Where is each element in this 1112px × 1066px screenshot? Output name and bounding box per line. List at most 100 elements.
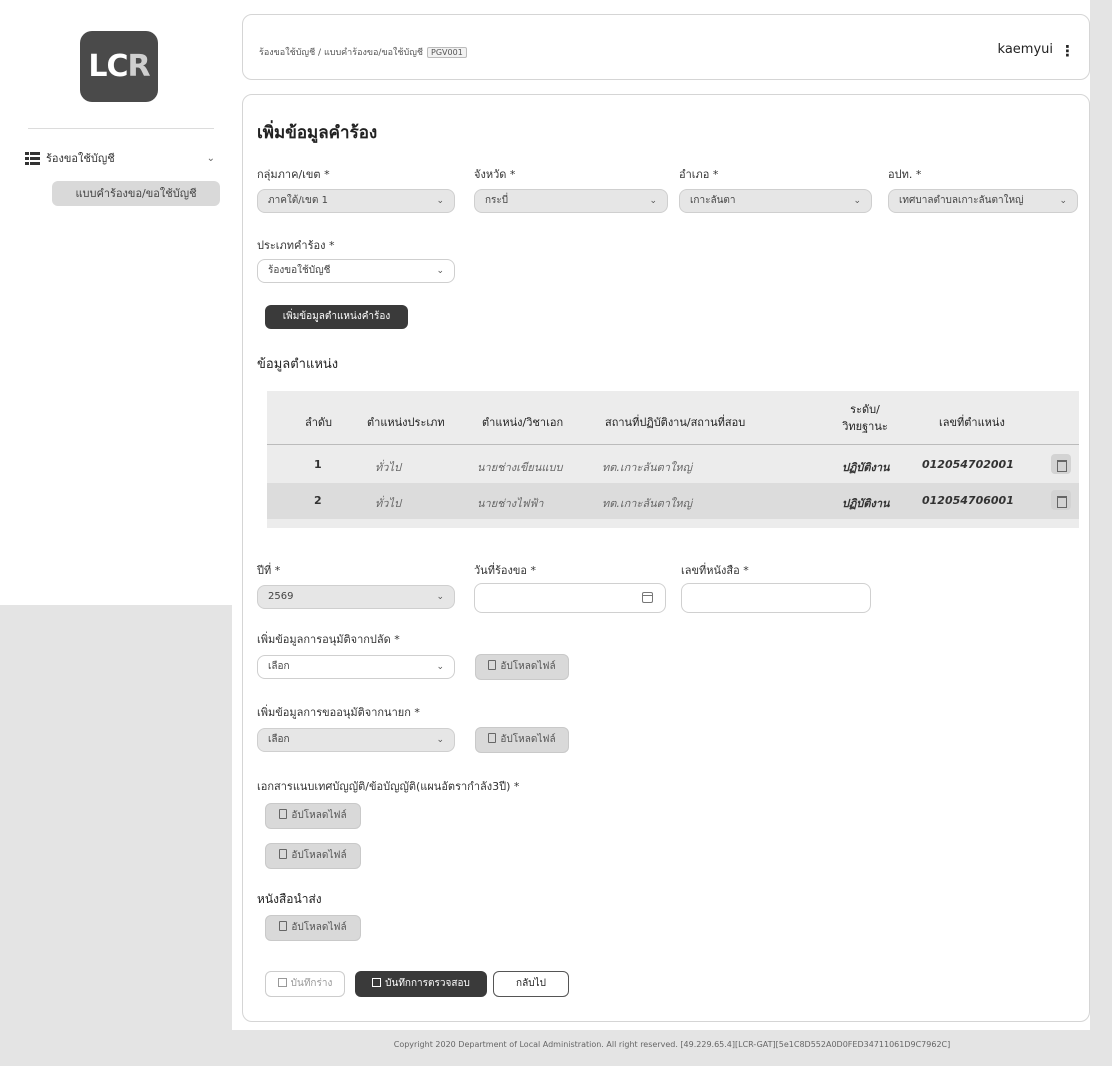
org-select[interactable]: เทศบาลตำบลเกาะลันตาใหญ่ ⌄ xyxy=(888,189,1078,213)
username[interactable]: kaemyui xyxy=(998,42,1053,57)
table-cell: ทต.เกาะลันตาใหญ่ xyxy=(602,497,692,510)
logo-text-a: LC xyxy=(88,49,128,84)
chevron-down-icon: ⌄ xyxy=(206,152,215,164)
attachment-label: เอกสารแนบเทศบัญญัติ/ข้อบัญญัติ(แผนอัตราก… xyxy=(257,780,520,793)
approval-clerk-label: เพิ่มข้อมูลการอนุมัติจากปลัด * xyxy=(257,633,400,646)
table-header-cell: ตำแหน่ง/วิชาเอก xyxy=(482,416,564,429)
app-logo[interactable]: LCR xyxy=(80,31,158,102)
upload-button-label: อัปโหลดไฟล์ xyxy=(291,922,347,933)
letter-label: หนังสือนำส่ง xyxy=(257,892,322,906)
table-header-cell: สถานที่ปฏิบัติงาน/สถานที่สอบ xyxy=(605,416,746,429)
year-value: 2569 xyxy=(268,591,294,602)
upload-button-label: อัปโหลดไฟล์ xyxy=(500,661,556,672)
table-cell: 012054702001 xyxy=(922,458,1014,471)
upload-button-label: อัปโหลดไฟล์ xyxy=(291,850,347,861)
chevron-down-icon: ⌄ xyxy=(1059,196,1067,206)
breadcrumb: ร้องขอใช้บัญชี / แบบคำร้องขอ/ขอใช้บัญชี … xyxy=(259,45,467,59)
file-icon xyxy=(488,660,497,670)
approval-clerk-value: เลือก xyxy=(268,661,290,672)
province-label: จังหวัด * xyxy=(474,168,516,181)
table-header-cell: ระดับ/ วิทยฐานะ xyxy=(842,403,888,433)
year-label: ปีที่ * xyxy=(257,564,281,577)
page-title: เพิ่มข้อมูลคำร้อง xyxy=(257,123,378,143)
breadcrumb-text[interactable]: ร้องขอใช้บัญชี / แบบคำร้องขอ/ขอใช้บัญชี xyxy=(259,45,423,59)
letter-no-input[interactable] xyxy=(681,583,871,613)
back-button[interactable]: กลับไป xyxy=(493,971,569,997)
region-select[interactable]: ภาคใต้/เขต 1 ⌄ xyxy=(257,189,455,213)
request-type-select[interactable]: ร้องขอใช้บัญชี ⌄ xyxy=(257,259,455,283)
list-icon xyxy=(25,151,40,165)
chevron-down-icon: ⌄ xyxy=(436,592,444,602)
chevron-down-icon: ⌄ xyxy=(436,662,444,672)
file-icon xyxy=(488,733,497,743)
table-cell: ทั่วไป xyxy=(375,461,401,474)
sidebar-divider xyxy=(28,128,214,129)
trash-icon[interactable] xyxy=(1051,490,1071,510)
save-review-button[interactable]: บันทึกการตรวจสอบ xyxy=(355,971,487,997)
district-label: อำเภอ * xyxy=(679,168,719,181)
table-cell: 2 xyxy=(314,494,322,507)
approval-clerk-select[interactable]: เลือก ⌄ xyxy=(257,655,455,679)
year-select[interactable]: 2569 ⌄ xyxy=(257,585,455,609)
top-header: ร้องขอใช้บัญชี / แบบคำร้องขอ/ขอใช้บัญชี … xyxy=(242,14,1090,80)
upload-button-label: อัปโหลดไฟล์ xyxy=(291,810,347,821)
save-review-label: บันทึกการตรวจสอบ xyxy=(385,978,470,989)
table-cell: 1 xyxy=(314,458,322,471)
upload-button-label: อัปโหลดไฟล์ xyxy=(500,734,556,745)
footer-copyright: Copyright 2020 Department of Local Admin… xyxy=(393,1040,951,1049)
upload-attachment-button[interactable]: อัปโหลดไฟล์ xyxy=(265,803,361,829)
logo-text-b: R xyxy=(127,49,151,84)
file-icon xyxy=(279,921,288,931)
org-label: อปท. * xyxy=(888,168,922,181)
request-type-label: ประเภทคำร้อง * xyxy=(257,239,335,252)
table-header: ลำดับ ตำแหน่งประเภท ตำแหน่ง/วิชาเอก สถาน… xyxy=(267,391,1079,445)
position-table: ลำดับ ตำแหน่งประเภท ตำแหน่ง/วิชาเอก สถาน… xyxy=(267,391,1079,528)
kebab-menu-icon[interactable]: ⋮ xyxy=(1060,42,1075,60)
district-value: เกาะลันตา xyxy=(690,195,736,206)
table-cell: นายช่างไฟฟ้า xyxy=(477,497,544,510)
add-position-button[interactable]: เพิ่มข้อมูลตำแหน่งคำร้อง xyxy=(265,305,408,329)
region-value: ภาคใต้/เขต 1 xyxy=(268,195,328,206)
upload-clerk-approval-button[interactable]: อัปโหลดไฟล์ xyxy=(475,654,569,680)
province-value: กระบี่ xyxy=(485,195,509,206)
file-icon xyxy=(279,809,288,819)
save-draft-button[interactable]: บันทึกร่าง xyxy=(265,971,345,997)
province-select[interactable]: กระบี่ ⌄ xyxy=(474,189,668,213)
table-row: 2 ทั่วไป นายช่างไฟฟ้า ทต.เกาะลันตาใหญ่ ป… xyxy=(267,483,1079,519)
district-select[interactable]: เกาะลันตา ⌄ xyxy=(679,189,872,213)
table-header-cell: ลำดับ xyxy=(305,416,333,429)
trash-icon[interactable] xyxy=(1051,454,1071,474)
page-background xyxy=(1090,0,1112,1066)
table-header-cell: เลขที่ตำแหน่ง xyxy=(939,416,1005,429)
chevron-down-icon: ⌄ xyxy=(436,196,444,206)
sidebar-group-request[interactable]: ร้องขอใช้บัญชี ⌄ xyxy=(25,148,215,168)
chevron-down-icon: ⌄ xyxy=(436,266,444,276)
sidebar: LCR ร้องขอใช้บัญชี ⌄ แบบคำร้องขอ/ขอใช้บั… xyxy=(0,0,232,605)
sidebar-item-request-form[interactable]: แบบคำร้องขอ/ขอใช้บัญชี xyxy=(52,181,220,206)
chevron-down-icon: ⌄ xyxy=(649,196,657,206)
approval-mayor-select[interactable]: เลือก ⌄ xyxy=(257,728,455,752)
save-draft-label: บันทึกร่าง xyxy=(290,978,333,989)
chevron-down-icon: ⌄ xyxy=(436,735,444,745)
table-row: 1 ทั่วไป นายช่างเขียนแบบ ทต.เกาะลันตาใหญ… xyxy=(267,447,1079,483)
table-cell: 012054706001 xyxy=(922,494,1014,507)
approval-mayor-label: เพิ่มข้อมูลการขออนุมัติจากนายก * xyxy=(257,706,420,719)
approval-mayor-value: เลือก xyxy=(268,734,290,745)
upload-mayor-approval-button[interactable]: อัปโหลดไฟล์ xyxy=(475,727,569,753)
request-type-value: ร้องขอใช้บัญชี xyxy=(268,265,331,276)
calendar-icon[interactable] xyxy=(642,592,653,603)
page-code-badge: PGV001 xyxy=(427,46,467,58)
position-section-title: ข้อมูลตำแหน่ง xyxy=(257,357,339,372)
org-value: เทศบาลตำบลเกาะลันตาใหญ่ xyxy=(899,195,1024,206)
table-cell: ปฏิบัติงาน xyxy=(842,497,890,510)
request-date-label: วันที่ร้องขอ * xyxy=(474,564,536,577)
sidebar-group-label: ร้องขอใช้บัญชี xyxy=(46,152,115,165)
request-form-card: เพิ่มข้อมูลคำร้อง กลุ่มภาค/เขต * ภาคใต้/… xyxy=(242,94,1090,1022)
save-icon xyxy=(372,978,382,987)
upload-letter-button[interactable]: อัปโหลดไฟล์ xyxy=(265,915,361,941)
page-background xyxy=(0,605,232,1066)
request-date-input[interactable] xyxy=(474,583,666,613)
table-cell: ปฏิบัติงาน xyxy=(842,461,890,474)
upload-attachment-button[interactable]: อัปโหลดไฟล์ xyxy=(265,843,361,869)
save-icon xyxy=(277,978,287,987)
